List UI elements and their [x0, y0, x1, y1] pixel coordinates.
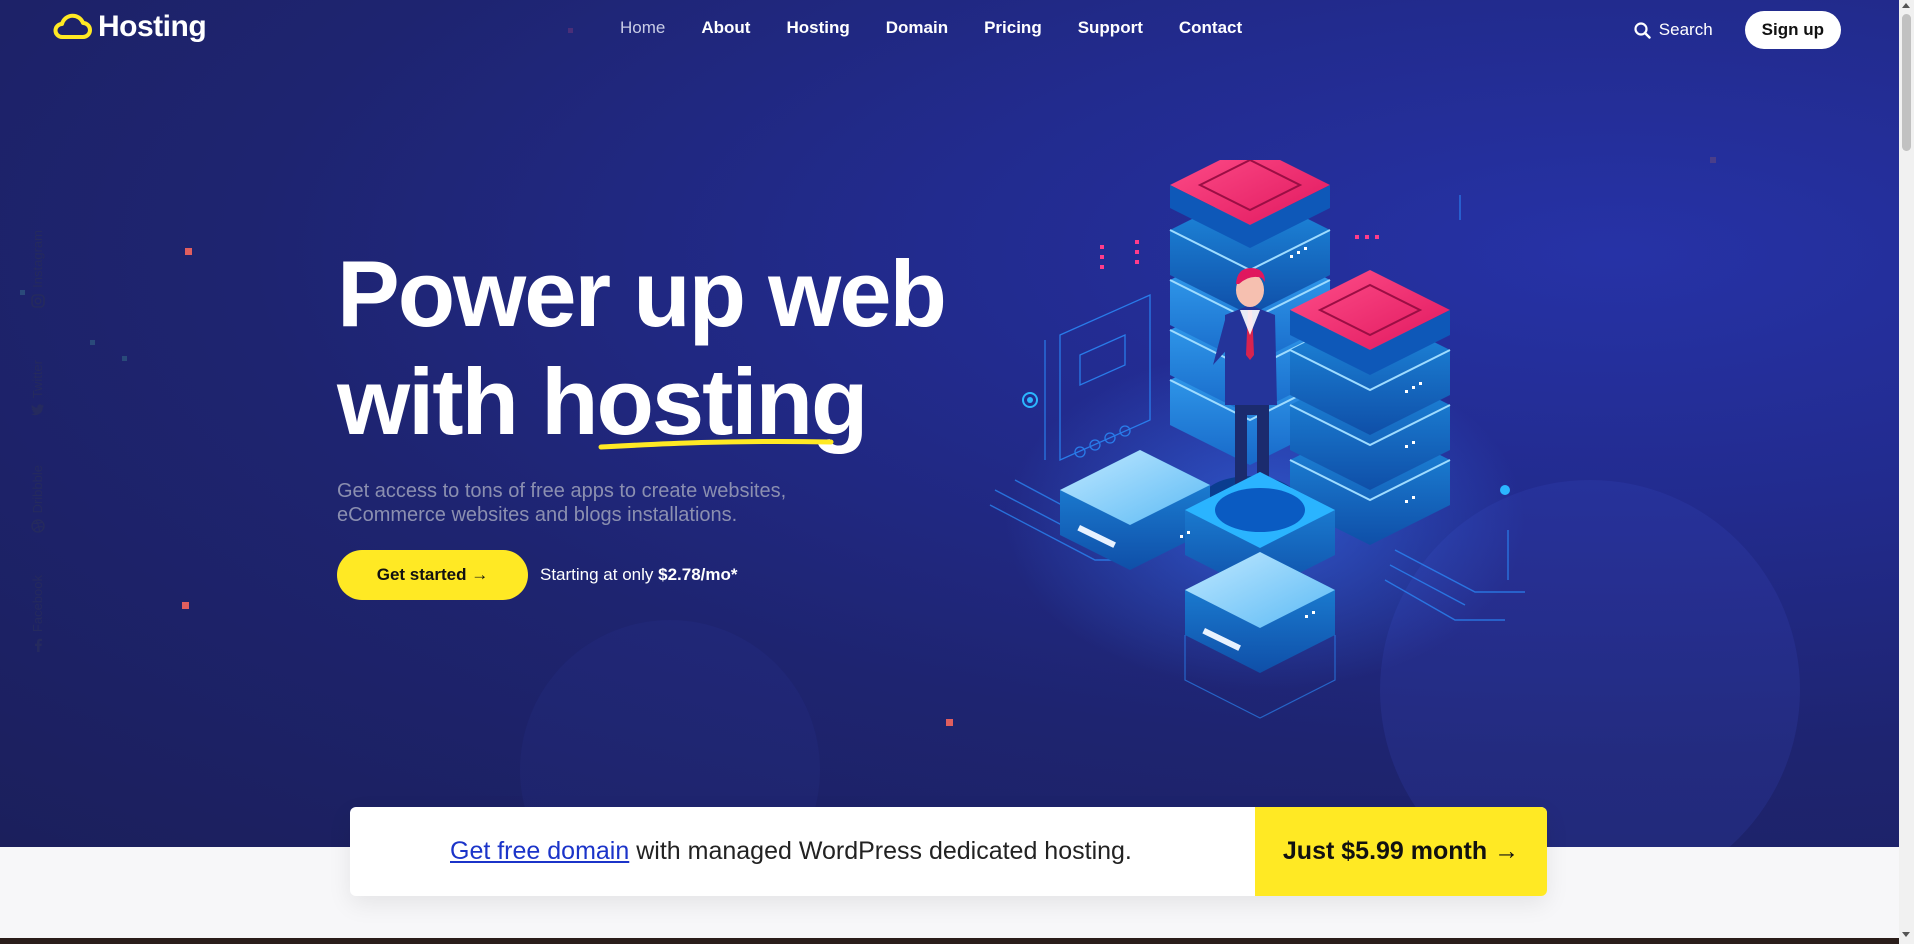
- nav-hosting[interactable]: Hosting: [786, 18, 849, 38]
- nav-pricing[interactable]: Pricing: [984, 18, 1042, 38]
- nav-actions: Search Sign up: [1634, 11, 1841, 49]
- banner-price-button[interactable]: Just $5.99 month →: [1255, 807, 1547, 896]
- domain-banner: Get free domain with managed WordPress d…: [350, 807, 1547, 896]
- starting-price-text: Starting at only $2.78/mo*: [540, 565, 738, 585]
- get-free-domain-link[interactable]: Get free domain: [450, 837, 629, 865]
- main-nav: Home About Hosting Domain Pricing Suppor…: [620, 18, 1278, 38]
- decor-dot: [122, 356, 127, 361]
- page-viewport: Hosting Home About Hosting Domain Pricin…: [0, 0, 1899, 944]
- decor-dot: [185, 248, 192, 255]
- signup-button[interactable]: Sign up: [1744, 11, 1841, 49]
- nav-support[interactable]: Support: [1078, 18, 1143, 38]
- scroll-down-arrow[interactable]: [1902, 932, 1910, 937]
- server-illustration: [989, 160, 1525, 719]
- social-label: Instagram: [30, 230, 45, 288]
- logo-text: Hosting: [98, 10, 207, 43]
- dribbble-icon: [30, 519, 45, 534]
- social-label: Dribbble: [30, 465, 45, 514]
- social-instagram[interactable]: Instagram: [30, 230, 45, 308]
- decor-dot: [90, 340, 95, 345]
- hero-section: Hosting Home About Hosting Domain Pricin…: [0, 0, 1899, 847]
- decor-dot: [182, 602, 189, 609]
- starting-prefix: Starting at only: [540, 565, 654, 584]
- nav-about[interactable]: About: [701, 18, 750, 38]
- social-label: Twitter: [30, 360, 45, 399]
- starting-price: $2.78/mo*: [658, 565, 738, 584]
- facebook-icon: [34, 638, 42, 653]
- social-twitter[interactable]: Twitter: [30, 360, 45, 416]
- instagram-icon: [30, 294, 45, 308]
- social-label: Facebook: [30, 575, 45, 633]
- top-navbar: Hosting Home About Hosting Domain Pricin…: [0, 0, 1899, 60]
- decor-dot: [946, 719, 953, 726]
- hero-subtext: Get access to tons of free apps to creat…: [337, 480, 787, 526]
- cta-row: Get started → Starting at only $2.78/mo*: [337, 550, 738, 600]
- scroll-thumb[interactable]: [1902, 14, 1911, 151]
- get-started-button[interactable]: Get started →: [337, 550, 528, 600]
- scroll-up-arrow[interactable]: [1902, 3, 1910, 8]
- headline-underline: [598, 438, 834, 450]
- search-icon: [1634, 21, 1651, 39]
- hero-headline: Power up web with hosting: [337, 240, 947, 456]
- headline-line-1: Power up web: [337, 241, 947, 346]
- nav-home[interactable]: Home: [620, 18, 665, 38]
- twitter-icon: [30, 404, 44, 416]
- search-button[interactable]: Search: [1634, 20, 1713, 40]
- cloud-icon: [53, 13, 92, 39]
- next-section-edge: [0, 938, 1899, 944]
- banner-text: Get free domain with managed WordPress d…: [450, 837, 1132, 866]
- social-dribbble[interactable]: Dribbble: [30, 465, 45, 534]
- logo[interactable]: Hosting: [52, 10, 207, 44]
- search-label: Search: [1658, 20, 1713, 39]
- decor-dot: [20, 290, 25, 295]
- social-facebook[interactable]: Facebook: [30, 575, 45, 653]
- nav-domain[interactable]: Domain: [886, 18, 948, 38]
- banner-description: with managed WordPress dedicated hosting…: [636, 837, 1132, 865]
- scrollbar[interactable]: [1899, 0, 1914, 944]
- decor-dot: [1710, 157, 1716, 163]
- nav-contact[interactable]: Contact: [1179, 18, 1242, 38]
- headline-line-2: with hosting: [337, 348, 945, 456]
